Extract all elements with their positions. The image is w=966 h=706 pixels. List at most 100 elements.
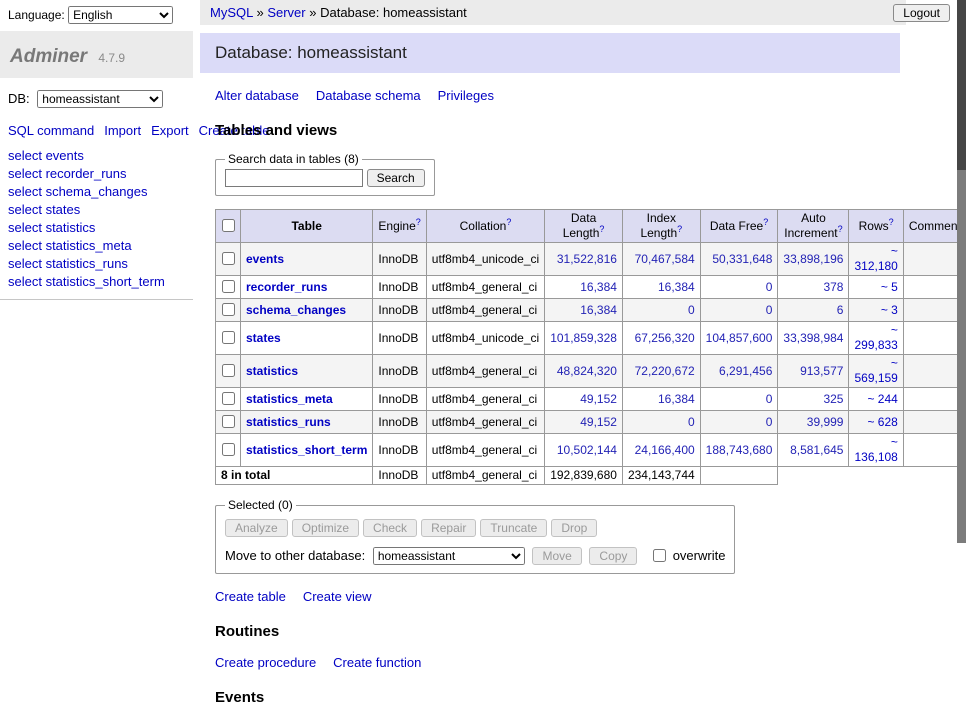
analyze-button[interactable]: Analyze: [225, 519, 288, 537]
check-button[interactable]: Check: [363, 519, 417, 537]
move-button[interactable]: Move: [532, 547, 581, 565]
table-select-link[interactable]: select statistics_short_term: [8, 274, 165, 289]
events-heading: Events: [215, 689, 958, 706]
create-view-link[interactable]: Create view: [303, 589, 372, 604]
page-title: Database: homeassistant: [200, 33, 900, 73]
table-name-link[interactable]: statistics_short_term: [246, 443, 367, 457]
drop-button[interactable]: Drop: [551, 519, 597, 537]
table-name-cell: recorder_runs: [241, 276, 373, 299]
row-checkbox[interactable]: [222, 303, 235, 316]
sidebar-item-statistics-short-term: select statistics_short_term: [8, 274, 185, 289]
repair-button[interactable]: Repair: [421, 519, 476, 537]
create-function-link[interactable]: Create function: [333, 655, 421, 670]
select-all-checkbox[interactable]: [222, 219, 235, 232]
rows-count-cell: ~ 5: [849, 276, 903, 299]
db-select[interactable]: homeassistant: [37, 90, 163, 108]
language-bar: Language: English: [0, 0, 193, 31]
rows-count-link[interactable]: ~ 299,833: [854, 323, 897, 352]
search-input[interactable]: [225, 169, 363, 187]
row-checkbox[interactable]: [222, 443, 235, 456]
move-row: Move to other database: homeassistant Mo…: [225, 546, 725, 565]
breadcrumb-separator: »: [306, 5, 320, 20]
table-name-cell: statistics_short_term: [241, 434, 373, 467]
select-all-cell: [216, 210, 241, 243]
scrollbar-thumb[interactable]: [957, 0, 966, 170]
create-table-link[interactable]: Create table: [215, 589, 286, 604]
optimize-button[interactable]: Optimize: [292, 519, 359, 537]
action-privileges[interactable]: Privileges: [438, 88, 494, 103]
truncate-button[interactable]: Truncate: [480, 519, 547, 537]
table-select-link[interactable]: select statistics_meta: [8, 238, 132, 253]
table-select-link[interactable]: select schema_changes: [8, 184, 147, 199]
row-checkbox[interactable]: [222, 364, 235, 377]
action-alter-database[interactable]: Alter database: [215, 88, 299, 103]
create-procedure-link[interactable]: Create procedure: [215, 655, 316, 670]
table-row: eventsInnoDButf8mb4_unicode_ci31,522,816…: [216, 243, 966, 276]
rows-count-link[interactable]: ~ 628: [867, 415, 897, 429]
table-name-link[interactable]: statistics_meta: [246, 392, 333, 406]
rows-count-link[interactable]: ~ 136,108: [854, 435, 897, 464]
sidebar-tables: select events select recorder_runsselect …: [8, 148, 185, 289]
action-database-schema[interactable]: Database schema: [316, 88, 421, 103]
table-name-link[interactable]: schema_changes: [246, 303, 346, 317]
rows-count-cell: ~ 569,159: [849, 355, 903, 388]
help-link[interactable]: ?: [889, 217, 894, 227]
column-header-engine: Engine?: [373, 210, 426, 243]
auto-increment-cell: 325: [778, 388, 849, 411]
sidebar-link-export[interactable]: Export: [151, 123, 189, 138]
table-name-cell: states: [241, 322, 373, 355]
row-checkbox[interactable]: [222, 415, 235, 428]
breadcrumb-link-mysql[interactable]: MySQL: [210, 5, 253, 20]
table-name-link[interactable]: statistics: [246, 364, 298, 378]
data-free-cell: 104,857,600: [700, 322, 778, 355]
rows-count-link[interactable]: ~ 5: [881, 280, 898, 294]
copy-button[interactable]: Copy: [589, 547, 637, 565]
help-link[interactable]: ?: [677, 224, 682, 234]
overwrite-checkbox[interactable]: [653, 549, 666, 562]
table-name-link[interactable]: recorder_runs: [246, 280, 327, 294]
language-select[interactable]: English: [68, 6, 173, 24]
index-length-cell: 0: [622, 411, 700, 434]
routine-links: Create procedure Create function: [215, 655, 958, 670]
total-label: 8 in total: [216, 467, 373, 485]
column-header-table: Table: [241, 210, 373, 243]
table-name-link[interactable]: events: [246, 252, 284, 266]
table-name-link[interactable]: states: [246, 331, 281, 345]
rows-count-link[interactable]: ~ 312,180: [854, 244, 897, 273]
table-select-link[interactable]: select events: [8, 148, 84, 163]
collation-cell: utf8mb4_general_ci: [426, 299, 544, 322]
table-select-link[interactable]: select statistics_runs: [8, 256, 128, 271]
help-link[interactable]: ?: [838, 224, 843, 234]
app-version: 4.7.9: [98, 51, 125, 65]
row-checkbox[interactable]: [222, 252, 235, 265]
search-button[interactable]: Search: [367, 169, 425, 187]
scrollbar[interactable]: [957, 0, 966, 543]
table-select-link[interactable]: select statistics: [8, 220, 95, 235]
row-checkbox[interactable]: [222, 280, 235, 293]
table-select-link[interactable]: select recorder_runs: [8, 166, 127, 181]
help-link[interactable]: ?: [763, 217, 768, 227]
help-link[interactable]: ?: [416, 217, 421, 227]
index-length-cell: 16,384: [622, 276, 700, 299]
sidebar: Language: English Adminer 4.7.9 DB: home…: [0, 0, 193, 300]
sidebar-link-sql-command[interactable]: SQL command: [8, 123, 94, 138]
help-link[interactable]: ?: [599, 224, 604, 234]
table-name-link[interactable]: statistics_runs: [246, 415, 331, 429]
index-length-cell: 72,220,672: [622, 355, 700, 388]
breadcrumb-link-server[interactable]: Server: [267, 5, 305, 20]
engine-cell: InnoDB: [373, 434, 426, 467]
move-db-select[interactable]: homeassistant: [373, 547, 525, 565]
sidebar-link-import[interactable]: Import: [104, 123, 141, 138]
table-row: schema_changesInnoDButf8mb4_general_ci16…: [216, 299, 966, 322]
row-checkbox[interactable]: [222, 392, 235, 405]
rows-count-link[interactable]: ~ 569,159: [854, 356, 897, 385]
help-link[interactable]: ?: [506, 217, 511, 227]
table-select-link[interactable]: select states: [8, 202, 80, 217]
rows-count-link[interactable]: ~ 3: [881, 303, 898, 317]
row-checkbox[interactable]: [222, 331, 235, 344]
logout-button[interactable]: Logout: [893, 4, 950, 22]
engine-cell: InnoDB: [373, 299, 426, 322]
rows-count-link[interactable]: ~ 244: [867, 392, 897, 406]
db-actions: Alter database Database schema Privileges: [215, 88, 958, 103]
adminer-logo-link[interactable]: Adminer: [10, 46, 87, 67]
